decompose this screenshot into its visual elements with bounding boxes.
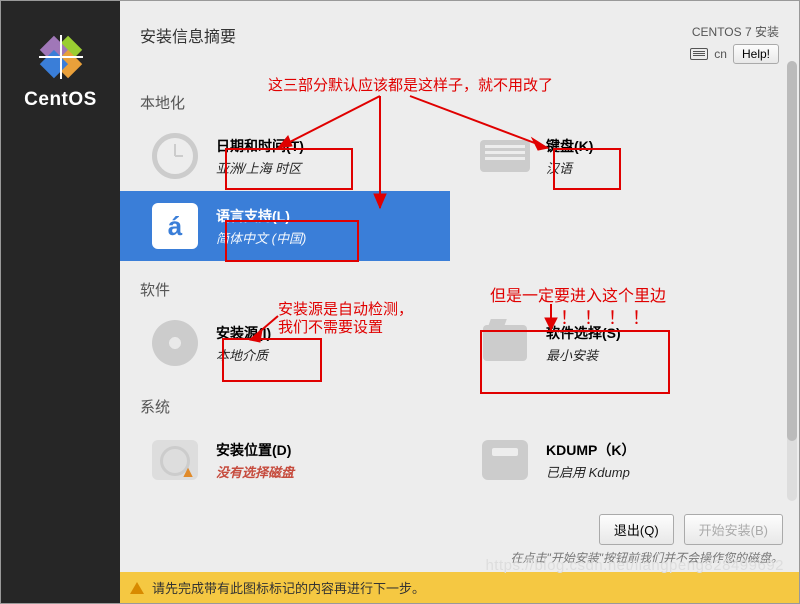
spoke-software-title: 软件选择(S) [546, 323, 621, 343]
spoke-kdump[interactable]: KDUMP（K） 已启用 Kdump [450, 425, 780, 495]
section-localization-title: 本地化 [140, 92, 789, 113]
spoke-kdump-status: 已启用 Kdump [546, 462, 635, 481]
keyboard-icon [690, 48, 708, 60]
warning-icon [130, 582, 144, 594]
package-icon [483, 325, 527, 361]
clock-icon [152, 133, 198, 179]
spoke-destination-title: 安装位置(D) [216, 440, 294, 460]
spoke-keyboard[interactable]: 键盘(K) 汉语 [450, 121, 780, 191]
spoke-datetime-status: 亚洲/上海 时区 [216, 158, 304, 177]
content-area: 本地化 日期和时间(T) 亚洲/上海 时区 键盘(K) 汉语 [120, 74, 799, 506]
installer-label: CENTOS 7 安装 [690, 23, 779, 40]
page-title: 安装信息摘要 [140, 23, 236, 64]
spoke-keyboard-title: 键盘(K) [546, 136, 593, 156]
help-button[interactable]: Help! [733, 44, 779, 64]
spoke-software-selection[interactable]: 软件选择(S) 最小安装 [450, 308, 780, 378]
keyboard-layout-icon [480, 140, 530, 172]
spoke-language[interactable]: á 语言支持(L) 简体中文 (中国) [120, 191, 450, 261]
centos-logo-icon [37, 33, 85, 81]
footer-hint: 在点击"开始安装"按钮前我们并不会操作您的磁盘。 [120, 545, 799, 572]
footer-buttons: 退出(Q) 开始安装(B) [120, 506, 799, 545]
main-panel: 安装信息摘要 CENTOS 7 安装 cn Help! 本地化 日期和时间(T)… [120, 1, 799, 603]
sidebar: CentOS [1, 1, 120, 603]
header: 安装信息摘要 CENTOS 7 安装 cn Help! [120, 1, 799, 74]
quit-button[interactable]: 退出(Q) [599, 514, 674, 545]
harddrive-icon [152, 440, 198, 480]
spoke-datetime-title: 日期和时间(T) [216, 136, 304, 156]
brand-label: CentOS [24, 89, 97, 111]
warning-text: 请先完成带有此图标标记的内容再进行下一步。 [152, 578, 425, 597]
spoke-keyboard-status: 汉语 [546, 158, 593, 177]
warning-bar[interactable]: 请先完成带有此图标标记的内容再进行下一步。 [120, 572, 799, 603]
spoke-source-status: 本地介质 [216, 345, 271, 364]
spoke-datetime[interactable]: 日期和时间(T) 亚洲/上海 时区 [120, 121, 450, 191]
spoke-language-status: 简体中文 (中国) [216, 228, 306, 247]
scrollbar-thumb[interactable] [787, 61, 797, 441]
spoke-software-status: 最小安装 [546, 345, 621, 364]
section-software-title: 软件 [140, 279, 789, 300]
spoke-source-title: 安装源(I) [216, 323, 271, 343]
spoke-install-destination[interactable]: 安装位置(D) 没有选择磁盘 [120, 425, 450, 495]
spoke-install-source[interactable]: 安装源(I) 本地介质 [120, 308, 450, 378]
spoke-destination-status: 没有选择磁盘 [216, 462, 294, 481]
language-icon: á [152, 203, 198, 249]
kdump-icon [482, 440, 528, 480]
disc-icon [152, 320, 198, 366]
keyboard-layout-label: cn [714, 47, 727, 61]
spoke-kdump-title: KDUMP（K） [546, 440, 635, 460]
begin-install-button[interactable]: 开始安装(B) [684, 514, 783, 545]
section-system-title: 系统 [140, 396, 789, 417]
spoke-language-title: 语言支持(L) [216, 206, 306, 226]
scrollbar[interactable] [787, 61, 797, 501]
